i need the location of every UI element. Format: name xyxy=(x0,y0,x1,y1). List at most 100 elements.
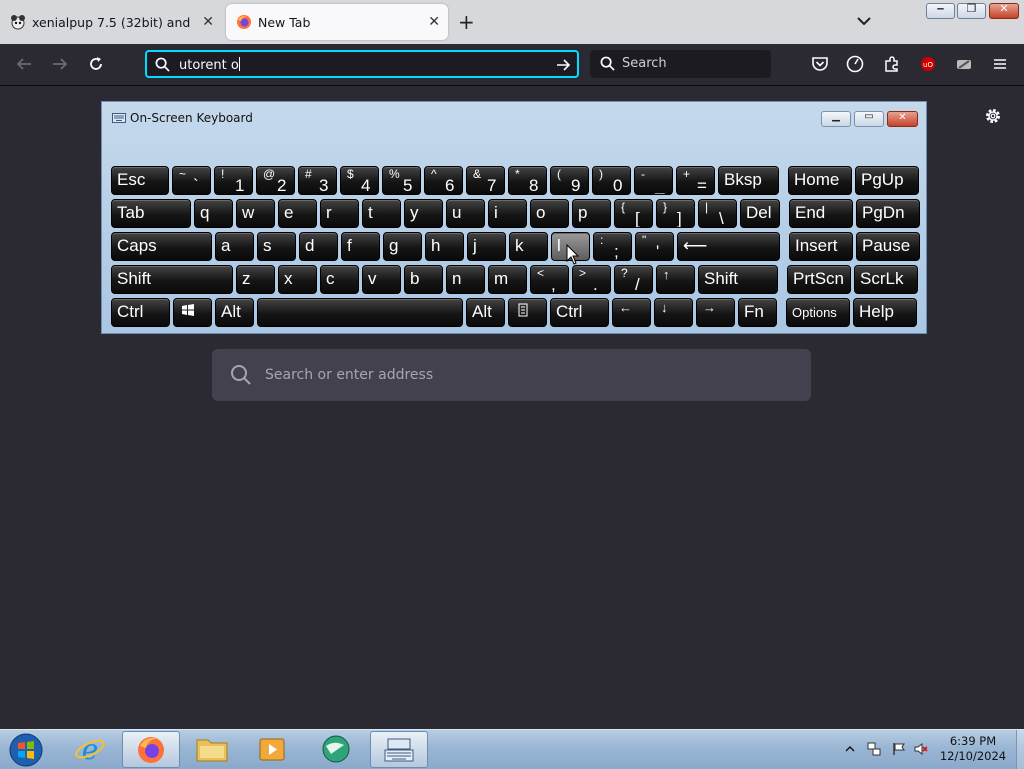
start-button[interactable] xyxy=(7,732,45,768)
search-bar[interactable]: Search xyxy=(590,50,771,78)
go-arrow-icon[interactable] xyxy=(555,57,571,73)
key-k[interactable]: k xyxy=(509,232,548,261)
reload-icon[interactable] xyxy=(87,55,105,73)
newtab-search-box[interactable]: Search or enter address xyxy=(212,349,811,401)
key-esc[interactable]: Esc xyxy=(111,166,169,195)
key-tab[interactable]: Tab xyxy=(111,199,191,228)
address-bar[interactable]: utorent o xyxy=(145,50,579,78)
key-y[interactable]: y xyxy=(404,199,443,228)
key-bksp[interactable]: Bksp xyxy=(718,166,779,195)
key-m[interactable]: m xyxy=(488,265,527,294)
key-ctrl[interactable]: Ctrl xyxy=(111,298,170,327)
key-8[interactable]: * 8 xyxy=(508,166,547,195)
key-z[interactable]: z xyxy=(236,265,275,294)
key-alt[interactable]: Alt xyxy=(466,298,505,327)
key-4[interactable]: $4 xyxy=(340,166,379,195)
key-space[interactable] xyxy=(257,298,463,327)
key-up-arrow[interactable]: ↑ xyxy=(656,265,695,294)
key-v[interactable]: v xyxy=(362,265,401,294)
key-scrlk[interactable]: ScrLk xyxy=(854,265,918,294)
key-pgdn[interactable]: PgDn xyxy=(856,199,920,228)
key-left-arrow[interactable]: ← xyxy=(612,298,651,327)
key-i[interactable]: i xyxy=(488,199,527,228)
key-del[interactable]: Del xyxy=(740,199,780,228)
key-2[interactable]: @2 xyxy=(256,166,295,195)
tab-new-tab[interactable]: New Tab ✕ xyxy=(226,4,448,40)
action-center-flag-icon[interactable] xyxy=(892,742,906,756)
hamburger-menu-icon[interactable] xyxy=(991,55,1009,73)
key-j[interactable]: j xyxy=(467,232,506,261)
key-5[interactable]: % 5 xyxy=(382,166,421,195)
key-prtscn[interactable]: PrtScn xyxy=(787,265,851,294)
taskbar-ie[interactable]: e xyxy=(62,731,120,768)
forward-arrow-icon[interactable] xyxy=(51,55,69,73)
key-r[interactable]: r xyxy=(320,199,359,228)
key-symbol[interactable]: " ' xyxy=(635,232,674,261)
key-0[interactable]: ) 0 xyxy=(592,166,631,195)
speedometer-icon[interactable] xyxy=(846,55,864,73)
key-9[interactable]: (9 xyxy=(550,166,589,195)
key-7[interactable]: & 7 xyxy=(466,166,505,195)
key-b[interactable]: b xyxy=(404,265,443,294)
key-6[interactable]: ^ 6 xyxy=(424,166,463,195)
key-fn[interactable]: Fn xyxy=(738,298,777,327)
system-clock[interactable]: 6:39 PM 12/10/2024 xyxy=(935,734,1011,764)
key-o[interactable]: o xyxy=(530,199,569,228)
key-a[interactable]: a xyxy=(215,232,254,261)
key-3[interactable]: #3 xyxy=(298,166,337,195)
key-options[interactable]: Options xyxy=(786,298,850,327)
key-symbol[interactable]: >. xyxy=(572,265,611,294)
key-menu[interactable] xyxy=(508,298,547,327)
extensions-icon[interactable] xyxy=(883,55,901,73)
close-window-button[interactable]: ✕ xyxy=(989,2,1019,19)
close-tab-icon[interactable]: ✕ xyxy=(202,14,214,30)
taskbar-firefox[interactable] xyxy=(122,731,180,768)
show-desktop-button[interactable] xyxy=(1016,730,1024,769)
chevron-down-icon[interactable] xyxy=(855,12,873,30)
key-x[interactable]: x xyxy=(278,265,317,294)
extension-badge-icon[interactable] xyxy=(955,55,973,73)
key-symbol[interactable]: <, xyxy=(530,265,569,294)
key-pause[interactable]: Pause xyxy=(856,232,920,261)
key-down-arrow[interactable]: ↓ xyxy=(654,298,693,327)
address-input[interactable]: utorent o xyxy=(179,57,240,73)
key-n[interactable]: n xyxy=(446,265,485,294)
key-d[interactable]: d xyxy=(299,232,338,261)
key-end[interactable]: End xyxy=(789,199,853,228)
key-enter[interactable]: ⟵ xyxy=(677,232,780,261)
key-symbol[interactable]: ~ ` xyxy=(172,166,211,195)
key-help[interactable]: Help xyxy=(853,298,917,327)
key-insert[interactable]: Insert xyxy=(789,232,853,261)
key-symbol[interactable]: {[ xyxy=(614,199,653,228)
key-p[interactable]: p xyxy=(572,199,611,228)
key-home[interactable]: Home xyxy=(788,166,852,195)
key-w[interactable]: w xyxy=(236,199,275,228)
back-arrow-icon[interactable] xyxy=(15,55,33,73)
key-symbol[interactable]: ? / xyxy=(614,265,653,294)
key-caps[interactable]: Caps xyxy=(111,232,212,261)
show-hidden-icons-icon[interactable] xyxy=(845,744,855,754)
key-u[interactable]: u xyxy=(446,199,485,228)
key-shift[interactable]: Shift xyxy=(698,265,778,294)
key-symbol[interactable]: :; xyxy=(593,232,632,261)
gear-icon[interactable] xyxy=(984,107,1002,125)
taskbar-on-screen-keyboard[interactable] xyxy=(370,731,428,768)
key-shift[interactable]: Shift xyxy=(111,265,233,294)
taskbar-media[interactable] xyxy=(244,731,302,768)
key-c[interactable]: c xyxy=(320,265,359,294)
key-pgup[interactable]: PgUp xyxy=(855,166,919,195)
key-t[interactable]: t xyxy=(362,199,401,228)
key-symbol[interactable]: + = xyxy=(676,166,715,195)
volume-muted-icon[interactable] xyxy=(914,742,928,756)
key-g[interactable]: g xyxy=(383,232,422,261)
key-ctrl[interactable]: Ctrl xyxy=(550,298,609,327)
key-alt[interactable]: Alt xyxy=(215,298,254,327)
network-icon[interactable] xyxy=(867,742,881,756)
restore-button[interactable]: ❐ xyxy=(957,2,986,19)
key-f[interactable]: f xyxy=(341,232,380,261)
key-right-arrow[interactable]: → xyxy=(696,298,735,327)
tab-xenialpup[interactable]: xenialpup 7.5 (32bit) and xenial ✕ xyxy=(0,5,222,39)
key-windows[interactable] xyxy=(173,298,212,327)
key-e[interactable]: e xyxy=(278,199,317,228)
close-tab-icon[interactable]: ✕ xyxy=(428,14,440,30)
